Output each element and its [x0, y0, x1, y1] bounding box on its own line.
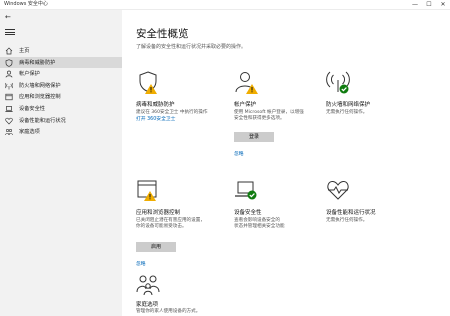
card-virus-protection: 病毒和威胁防护 建议在 360安全卫士 中执行的操作 打开 360安全卫士 — [128, 70, 220, 140]
sidebar-item-virus-protection[interactable]: 病毒和威胁防护 — [0, 56, 122, 69]
card-firewall: 防火墙和网络保护 无需执行任何操作。 — [318, 70, 410, 130]
sidebar-nav: 主页 病毒和威胁防护 帐户保护 防火墙和网络保护 应用和浏览器控制 设备安全性 … — [0, 45, 122, 138]
person-warning-icon — [235, 72, 258, 94]
sidebar-item-label: 应用和浏览器控制 — [19, 94, 61, 101]
back-arrow-icon[interactable]: ← — [5, 13, 15, 21]
page-description: 了解设备的安全性和运行状况并采取必要的操作。 — [136, 44, 247, 50]
enable-button[interactable]: 启用 — [136, 242, 176, 252]
card-description: 管理你的家人使用设备的方式。 — [136, 309, 201, 314]
card-device-health: 设备性能和运行状况 无需执行任何操作。 — [318, 178, 410, 238]
laptop-ok-icon — [235, 181, 257, 200]
card-title: 设备安全性 — [234, 210, 262, 216]
sidebar-item-label: 主页 — [19, 48, 30, 54]
card-title: 家庭选项 — [136, 302, 159, 308]
title-bar: Windows 安全中心 — ☐ ✕ — [0, 0, 450, 10]
sidebar-item-label: 设备安全性 — [19, 105, 45, 112]
card-account-protection: 帐户保护 使用 Microsoft 帐户登录，以增强 安全性和获得更多选项。 登… — [226, 70, 318, 170]
open-360-link[interactable]: 打开 360安全卫士 — [136, 117, 175, 123]
sidebar-item-device-health[interactable]: 设备性能和运行状况 — [0, 115, 122, 127]
sidebar: ← 主页 病毒和威胁防护 帐户保护 防火墙和网络保护 应用和浏览器控制 设备安全… — [0, 10, 122, 316]
sidebar-item-home[interactable]: 主页 — [0, 45, 122, 57]
card-description-2: 安全性和获得更多选项。 — [234, 116, 285, 121]
sidebar-item-label: 家庭选项 — [19, 129, 40, 136]
card-app-browser-control: 应用和浏览器控制 已关闭阻止潜在有害应用的设置， 你的设备可能易受攻击。 启用 … — [128, 178, 220, 278]
card-title: 应用和浏览器控制 — [136, 210, 181, 216]
shield-icon — [5, 58, 13, 67]
window-title: Windows 安全中心 — [4, 1, 48, 7]
browser-icon — [5, 94, 13, 101]
page-title: 安全性概览 — [136, 28, 189, 40]
wifi-ok-icon — [326, 71, 350, 94]
person-icon — [5, 70, 13, 78]
heart-icon — [5, 117, 13, 125]
dismiss-link[interactable]: 忽略 — [136, 262, 146, 268]
sidebar-item-app-browser-control[interactable]: 应用和浏览器控制 — [0, 91, 122, 103]
sign-in-button[interactable]: 登录 — [234, 132, 274, 142]
browser-warning-icon — [137, 180, 157, 201]
shield-warning-icon — [139, 71, 157, 94]
sidebar-item-firewall[interactable]: 防火墙和网络保护 — [0, 80, 122, 92]
card-title: 防火墙和网络保护 — [326, 102, 371, 108]
main-content: 安全性概览 了解设备的安全性和运行状况并采取必要的操作。 病毒和威胁防护 建议在… — [122, 10, 450, 316]
family-icon — [5, 129, 13, 136]
card-title: 设备性能和运行状况 — [326, 210, 376, 216]
card-device-security: 设备安全性 查看会影响设备安全的 状态并管理相关安全功能 — [226, 178, 318, 238]
card-description: 无需执行任何操作。 — [326, 110, 368, 115]
card-title: 病毒和威胁防护 — [136, 102, 175, 108]
wifi-icon — [5, 82, 13, 90]
sidebar-item-label: 病毒和威胁防护 — [19, 59, 56, 66]
card-description-2: 你的设备可能易受攻击。 — [136, 224, 187, 229]
minimize-button[interactable]: — — [408, 0, 422, 10]
hamburger-menu-icon[interactable] — [5, 29, 15, 35]
close-button[interactable]: ✕ — [436, 0, 450, 10]
sidebar-item-label: 设备性能和运行状况 — [19, 117, 66, 124]
card-family-options: 家庭选项 管理你的家人使用设备的方式。 — [128, 272, 220, 316]
sidebar-item-label: 防火墙和网络保护 — [19, 82, 61, 89]
sidebar-item-device-security[interactable]: 设备安全性 — [0, 103, 122, 115]
sidebar-item-label: 帐户保护 — [19, 71, 40, 78]
card-description: 无需执行任何操作。 — [326, 218, 368, 223]
sidebar-item-family-options[interactable]: 家庭选项 — [0, 126, 122, 138]
heart-pulse-icon — [327, 180, 349, 200]
maximize-button[interactable]: ☐ — [422, 0, 436, 10]
home-icon — [5, 47, 13, 55]
card-description-2: 状态并管理相关安全功能 — [234, 224, 285, 229]
card-description: 建议在 360安全卫士 中执行的操作 — [136, 110, 208, 115]
family-icon — [136, 275, 160, 296]
card-title: 帐户保护 — [234, 102, 257, 108]
laptop-icon — [5, 106, 13, 112]
dismiss-link[interactable]: 忽略 — [234, 152, 244, 158]
sidebar-item-account-protection[interactable]: 帐户保护 — [0, 68, 122, 80]
